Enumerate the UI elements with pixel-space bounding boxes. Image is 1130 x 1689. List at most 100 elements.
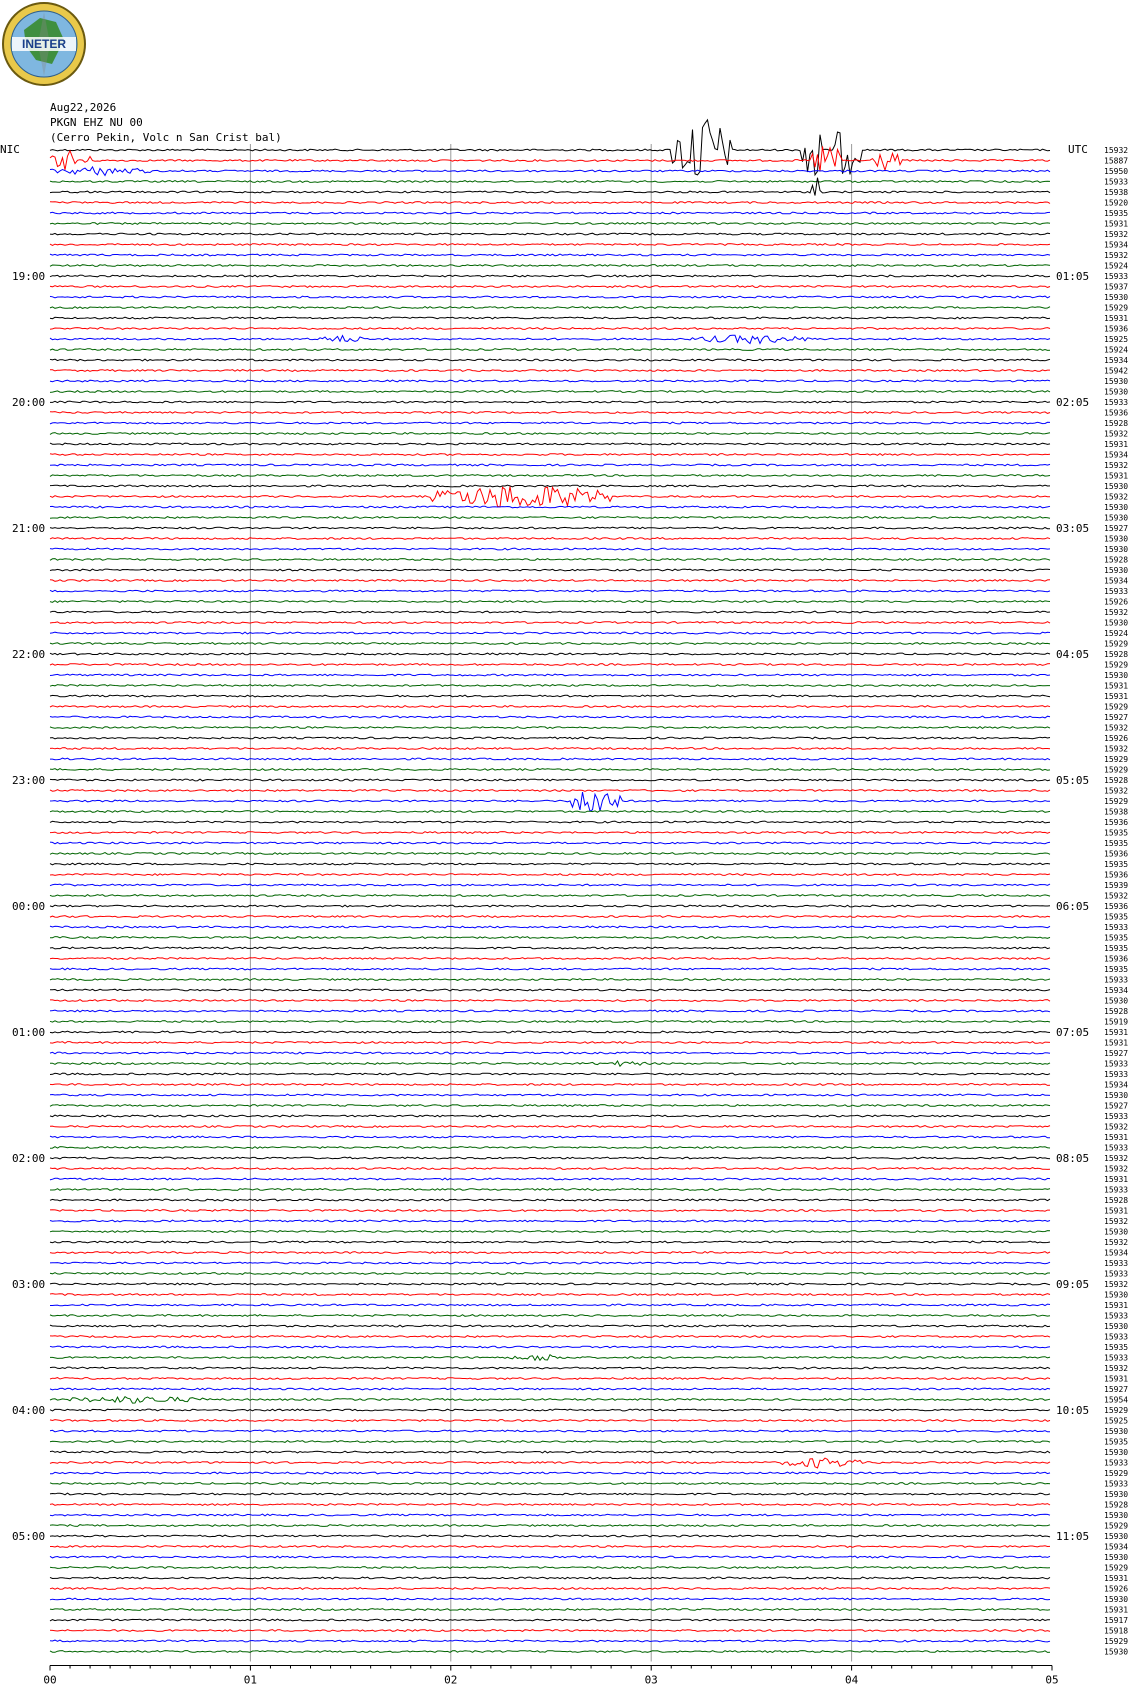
left-hour-label: 23:00 bbox=[12, 774, 45, 787]
row-value-label: 15931 bbox=[1104, 1574, 1128, 1583]
row-value-label: 15931 bbox=[1104, 472, 1128, 481]
right-hour-label: 09:05 bbox=[1056, 1278, 1089, 1291]
row-value-label: 15927 bbox=[1104, 1049, 1128, 1058]
trace-row bbox=[49, 1020, 1051, 1023]
trace-row bbox=[49, 1387, 1051, 1391]
trace-row bbox=[49, 369, 1050, 372]
trace-row bbox=[49, 1272, 1050, 1275]
trace-row bbox=[49, 348, 1051, 351]
row-value-label: 15933 bbox=[1104, 1070, 1128, 1079]
row-value-label: 15917 bbox=[1104, 1616, 1128, 1625]
trace-row bbox=[50, 935, 1051, 939]
row-value-label: 15933 bbox=[1104, 1060, 1128, 1069]
row-value-label: 15929 bbox=[1104, 1637, 1128, 1646]
row-value-label: 15930 bbox=[1104, 482, 1128, 491]
trace-row bbox=[49, 600, 1051, 603]
row-value-label: 15928 bbox=[1104, 1007, 1128, 1016]
row-value-label: 15928 bbox=[1104, 1501, 1128, 1510]
trace-row bbox=[49, 1345, 1051, 1349]
right-hour-label: 11:05 bbox=[1056, 1530, 1089, 1543]
row-value-label: 15931 bbox=[1104, 682, 1128, 691]
trace-row bbox=[49, 967, 1051, 971]
trace-row bbox=[50, 1353, 1051, 1362]
row-value-label: 15935 bbox=[1104, 944, 1128, 953]
row-value-label: 15939 bbox=[1104, 881, 1128, 890]
trace-row bbox=[49, 1482, 1051, 1485]
row-value-label: 15932 bbox=[1104, 461, 1128, 470]
trace-row bbox=[49, 1576, 1051, 1580]
row-value-label: 15935 bbox=[1104, 209, 1128, 218]
row-value-label: 15931 bbox=[1104, 220, 1128, 229]
trace-row bbox=[50, 999, 1051, 1002]
row-value-label: 15930 bbox=[1104, 293, 1128, 302]
trace-row bbox=[49, 589, 1051, 593]
trace-row bbox=[49, 652, 1051, 656]
right-hour-label: 07:05 bbox=[1056, 1026, 1089, 1039]
row-value-label: 15934 bbox=[1104, 241, 1128, 250]
trace-row bbox=[50, 988, 1051, 992]
trace-row bbox=[49, 1208, 1050, 1212]
row-value-label: 15934 bbox=[1104, 1543, 1128, 1552]
trace-row bbox=[49, 862, 1051, 866]
trace-row bbox=[49, 442, 1051, 446]
left-hour-label: 21:00 bbox=[12, 522, 45, 535]
trace-row bbox=[49, 253, 1051, 257]
trace-row bbox=[49, 1135, 1050, 1139]
row-value-label: 15930 bbox=[1104, 1553, 1128, 1562]
trace-row bbox=[49, 1597, 1051, 1601]
row-value-label: 15930 bbox=[1104, 619, 1128, 628]
row-value-label: 15930 bbox=[1104, 388, 1128, 397]
row-value-label: 15929 bbox=[1104, 766, 1128, 775]
x-tick-label: 00 bbox=[43, 1674, 56, 1687]
row-value-label: 15930 bbox=[1104, 545, 1128, 554]
trace-row bbox=[50, 400, 1051, 404]
row-value-label: 15927 bbox=[1104, 524, 1128, 533]
trace-row bbox=[49, 873, 1051, 876]
row-value-label: 15924 bbox=[1104, 262, 1128, 271]
trace-row bbox=[49, 662, 1051, 666]
row-value-label: 15933 bbox=[1104, 1270, 1128, 1279]
row-value-label: 15926 bbox=[1104, 598, 1128, 607]
row-value-label: 15930 bbox=[1104, 503, 1128, 512]
row-value-label: 15918 bbox=[1104, 1627, 1128, 1636]
row-value-label: 15932 bbox=[1104, 1217, 1128, 1226]
trace-row bbox=[49, 334, 1051, 345]
trace-row bbox=[49, 852, 1051, 855]
row-value-label: 15932 bbox=[1104, 430, 1128, 439]
row-value-label: 15936 bbox=[1104, 850, 1128, 859]
row-value-label: 15925 bbox=[1104, 1417, 1128, 1426]
trace-row bbox=[49, 841, 1051, 845]
trace-row bbox=[49, 1177, 1051, 1181]
row-value-label: 15933 bbox=[1104, 1312, 1128, 1321]
left-hour-label: 03:00 bbox=[12, 1278, 45, 1291]
trace-row bbox=[49, 1230, 1051, 1233]
row-value-label: 15932 bbox=[1104, 608, 1128, 617]
trace-row bbox=[49, 222, 1051, 225]
trace-row bbox=[49, 1534, 1051, 1538]
trace-row bbox=[49, 1219, 1051, 1223]
row-value-label: 15933 bbox=[1104, 976, 1128, 985]
trace-row bbox=[49, 1314, 1051, 1318]
trace-row bbox=[49, 610, 1051, 614]
trace-row bbox=[49, 1503, 1051, 1506]
right-hour-label: 10:05 bbox=[1056, 1404, 1089, 1417]
trace-row bbox=[49, 957, 1051, 960]
row-value-label: 15931 bbox=[1104, 1207, 1128, 1216]
trace-row bbox=[49, 736, 1051, 740]
trace-row bbox=[49, 411, 1051, 415]
row-value-label: 15928 bbox=[1104, 650, 1128, 659]
row-value-label: 15932 bbox=[1104, 1123, 1128, 1132]
trace-row bbox=[49, 1618, 1051, 1622]
trace-row bbox=[49, 327, 1051, 330]
trace-row bbox=[49, 1261, 1051, 1265]
trace-row bbox=[49, 463, 1051, 467]
trace-row bbox=[49, 1492, 1051, 1496]
row-value-label: 15935 bbox=[1104, 1438, 1128, 1447]
trace-row bbox=[49, 684, 1050, 688]
trace-row bbox=[49, 526, 1050, 530]
trace-row bbox=[50, 1188, 1051, 1191]
row-value-label: 15935 bbox=[1104, 934, 1128, 943]
trace-row bbox=[49, 1167, 1051, 1170]
row-value-label: 15932 bbox=[1104, 787, 1128, 796]
row-value-label: 15928 bbox=[1104, 419, 1128, 428]
